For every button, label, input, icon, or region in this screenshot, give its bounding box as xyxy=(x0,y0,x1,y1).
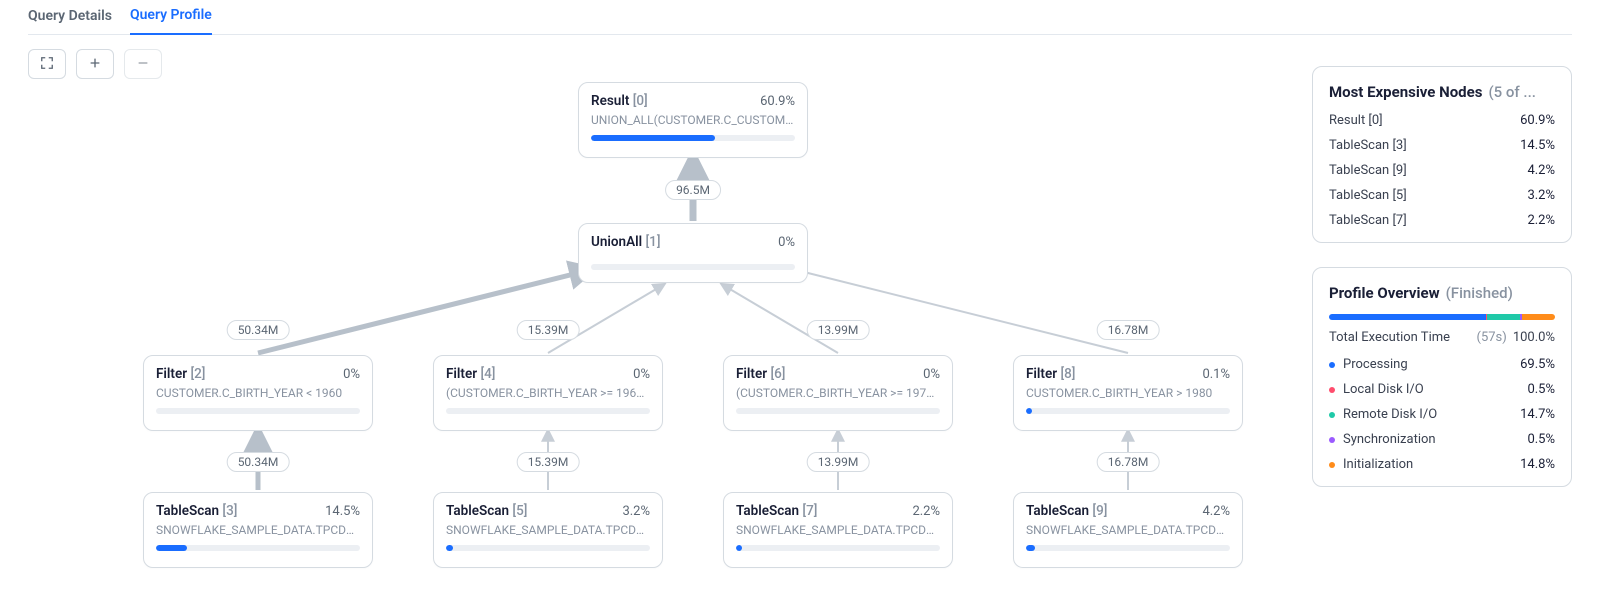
node-title: Filter [8] xyxy=(1026,366,1075,382)
node-unionall-1[interactable]: UnionAll [1] 0% xyxy=(578,223,808,283)
expensive-row[interactable]: Result [0]60.9% xyxy=(1329,113,1555,128)
node-filter-6[interactable]: Filter [6] 0% (CUSTOMER.C_BIRTH_YEAR >= 1… xyxy=(723,355,953,431)
node-filter-4[interactable]: Filter [4] 0% (CUSTOMER.C_BIRTH_YEAR >= 1… xyxy=(433,355,663,431)
node-pct: 2.2% xyxy=(912,504,940,519)
side-panels: Most Expensive Nodes (5 of ... Result [0… xyxy=(1312,66,1572,487)
node-pct: 14.5% xyxy=(325,504,360,519)
edge-badge-ts9-f8: 16.78M xyxy=(1097,452,1160,472)
expensive-row[interactable]: TableScan [9]4.2% xyxy=(1329,163,1555,178)
query-profile-page: Query Details Query Profile xyxy=(0,0,1600,607)
node-progress xyxy=(156,545,360,551)
node-tablescan-3[interactable]: TableScan [3] 14.5% SNOWFLAKE_SAMPLE_DATA… xyxy=(143,492,373,568)
overview-row: Initialization14.8% xyxy=(1329,457,1555,472)
tabs-bar: Query Details Query Profile xyxy=(28,0,1572,35)
overview-row: Synchronization0.5% xyxy=(1329,432,1555,447)
node-title: Filter [6] xyxy=(736,366,785,382)
node-sub: SNOWFLAKE_SAMPLE_DATA.TPCDS_SF... xyxy=(446,523,650,537)
node-pct: 0% xyxy=(923,367,940,382)
node-progress xyxy=(591,135,795,141)
edge-badge-union-result: 96.5M xyxy=(665,180,721,200)
node-title: TableScan [3] xyxy=(156,503,237,519)
node-filter-2[interactable]: Filter [2] 0% CUSTOMER.C_BIRTH_YEAR < 196… xyxy=(143,355,373,431)
node-sub: CUSTOMER.C_BIRTH_YEAR > 1980 xyxy=(1026,386,1230,400)
node-filter-8[interactable]: Filter [8] 0.1% CUSTOMER.C_BIRTH_YEAR > 1… xyxy=(1013,355,1243,431)
node-sub: (CUSTOMER.C_BIRTH_YEAR >= 1960) A... xyxy=(446,386,650,400)
tab-query-profile[interactable]: Query Profile xyxy=(130,0,212,35)
node-progress xyxy=(1026,408,1230,414)
node-tablescan-9[interactable]: TableScan [9] 4.2% SNOWFLAKE_SAMPLE_DATA.… xyxy=(1013,492,1243,568)
overview-row: Processing69.5% xyxy=(1329,357,1555,372)
node-result-0[interactable]: Result [0] 60.9% UNION_ALL(CUSTOMER.C_CU… xyxy=(578,82,808,158)
edge-badge-f6-union: 13.99M xyxy=(807,320,870,340)
node-progress xyxy=(591,264,795,270)
node-progress xyxy=(1026,545,1230,551)
node-title: TableScan [9] xyxy=(1026,503,1107,519)
node-tablescan-5[interactable]: TableScan [5] 3.2% SNOWFLAKE_SAMPLE_DATA.… xyxy=(433,492,663,568)
node-title: Result [0] xyxy=(591,93,648,109)
edge-badge-f8-union: 16.78M xyxy=(1097,320,1160,340)
edge-badge-ts3-f2: 50.34M xyxy=(227,452,290,472)
node-pct: 3.2% xyxy=(622,504,650,519)
panel-title: Profile Overview (Finished) xyxy=(1329,284,1555,302)
node-title: Filter [2] xyxy=(156,366,205,382)
overview-stacked-bar xyxy=(1329,314,1555,320)
overview-total-row: Total Execution Time (57s)100.0% xyxy=(1329,330,1555,345)
node-sub: SNOWFLAKE_SAMPLE_DATA.TPCDS_SF... xyxy=(736,523,940,537)
most-expensive-nodes-panel: Most Expensive Nodes (5 of ... Result [0… xyxy=(1312,66,1572,243)
query-plan-graph[interactable]: 96.5M 50.34M 15.39M 13.99M 16.78M 50.34M… xyxy=(28,60,1268,580)
node-title: Filter [4] xyxy=(446,366,495,382)
node-sub: SNOWFLAKE_SAMPLE_DATA.TPCDS_SF... xyxy=(1026,523,1230,537)
node-title: UnionAll [1] xyxy=(591,234,661,250)
expensive-nodes-list: Result [0]60.9% TableScan [3]14.5% Table… xyxy=(1329,113,1555,228)
node-pct: 0% xyxy=(778,235,795,250)
node-pct: 4.2% xyxy=(1202,504,1230,519)
expensive-row[interactable]: TableScan [7]2.2% xyxy=(1329,213,1555,228)
node-title: TableScan [7] xyxy=(736,503,817,519)
node-pct: 0.1% xyxy=(1202,367,1230,382)
panel-title: Most Expensive Nodes (5 of ... xyxy=(1329,83,1555,101)
expensive-row[interactable]: TableScan [5]3.2% xyxy=(1329,188,1555,203)
node-sub: SNOWFLAKE_SAMPLE_DATA.TPCDS_SF... xyxy=(156,523,360,537)
node-progress xyxy=(446,408,650,414)
edge-badge-f2-union: 50.34M xyxy=(227,320,290,340)
node-progress xyxy=(156,408,360,414)
node-sub: (CUSTOMER.C_BIRTH_YEAR >= 1971) A... xyxy=(736,386,940,400)
overview-row: Local Disk I/O0.5% xyxy=(1329,382,1555,397)
node-pct: 60.9% xyxy=(760,94,795,109)
expensive-row[interactable]: TableScan [3]14.5% xyxy=(1329,138,1555,153)
node-sub: CUSTOMER.C_BIRTH_YEAR < 1960 xyxy=(156,386,360,400)
node-pct: 0% xyxy=(343,367,360,382)
edge-badge-ts7-f6: 13.99M xyxy=(807,452,870,472)
edge-badge-ts5-f4: 15.39M xyxy=(517,452,580,472)
edge-badge-f4-union: 15.39M xyxy=(517,320,580,340)
node-progress xyxy=(446,545,650,551)
node-title: TableScan [5] xyxy=(446,503,527,519)
profile-overview-panel: Profile Overview (Finished) Total Execut… xyxy=(1312,267,1572,487)
overview-row: Remote Disk I/O14.7% xyxy=(1329,407,1555,422)
node-tablescan-7[interactable]: TableScan [7] 2.2% SNOWFLAKE_SAMPLE_DATA.… xyxy=(723,492,953,568)
node-sub: UNION_ALL(CUSTOMER.C_CUSTOMER... xyxy=(591,113,795,127)
node-progress xyxy=(736,545,940,551)
node-pct: 0% xyxy=(633,367,650,382)
tab-query-details[interactable]: Query Details xyxy=(28,0,112,34)
node-progress xyxy=(736,408,940,414)
overview-breakdown: Processing69.5% Local Disk I/O0.5% Remote … xyxy=(1329,357,1555,472)
